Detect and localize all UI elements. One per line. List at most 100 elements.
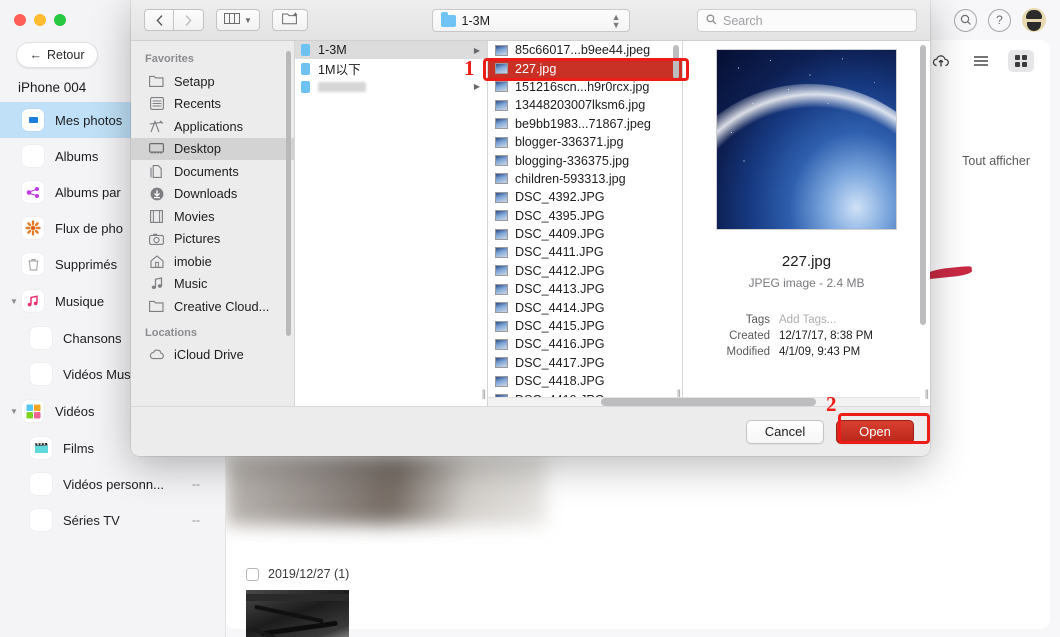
- minimize-window-button[interactable]: [34, 14, 46, 26]
- file-row[interactable]: DSC_4414.JPG: [488, 298, 682, 316]
- file-row[interactable]: DSC_4412.JPG: [488, 262, 682, 280]
- metadata-key: Tags: [745, 314, 770, 326]
- sidebar-item-icloud-drive[interactable]: iCloud Drive: [131, 344, 294, 367]
- shared-albums-icon: [22, 181, 44, 203]
- maximize-window-button[interactable]: [54, 14, 66, 26]
- cancel-button[interactable]: Cancel: [746, 419, 824, 444]
- sidebar-count: --: [192, 477, 200, 491]
- file-row[interactable]: 13448203007lksm6.jpg: [488, 96, 682, 114]
- sidebar-item-movies[interactable]: Movies: [131, 205, 294, 228]
- sidebar-item-imobie[interactable]: imobie: [131, 250, 294, 273]
- sidebar-item-recents[interactable]: Recents: [131, 93, 294, 116]
- device-name-label: iPhone 004: [18, 80, 87, 95]
- sidebar-item-series-tv[interactable]: Séries TV --: [0, 502, 226, 538]
- file-row[interactable]: DSC_4413.JPG: [488, 280, 682, 298]
- file-row[interactable]: blogger-336371.jpg: [488, 133, 682, 151]
- preview-file-name: 227.jpg: [781, 253, 832, 270]
- preview-scrollbar[interactable]: [920, 45, 926, 325]
- file-row[interactable]: children-593313.jpg: [488, 170, 682, 188]
- sidebar-item-applications[interactable]: Applications: [131, 115, 294, 138]
- column-row-1m-under[interactable]: 1M以下: [295, 59, 487, 77]
- file-row[interactable]: DSC_4411.JPG: [488, 243, 682, 261]
- view-mode-button[interactable]: ▼: [216, 9, 260, 31]
- close-window-button[interactable]: [14, 14, 26, 26]
- sidebar-item-documents[interactable]: Documents: [131, 160, 294, 183]
- column-resize-handle[interactable]: ||: [482, 389, 486, 400]
- nav-back-button[interactable]: [144, 9, 174, 31]
- file-row[interactable]: DSC_4417.JPG: [488, 354, 682, 372]
- file-row[interactable]: DSC_4415.JPG: [488, 317, 682, 335]
- date-group-checkbox[interactable]: [246, 567, 259, 581]
- file-name: 151216scn...h9r0rcx.jpg: [515, 79, 650, 94]
- file-row[interactable]: DSC_4392.JPG: [488, 188, 682, 206]
- list-view-icon[interactable]: [968, 50, 994, 72]
- back-button[interactable]: ← Retour: [16, 42, 98, 68]
- help-circle-icon[interactable]: ?: [988, 8, 1011, 32]
- app-view-toolbar: [928, 50, 1034, 72]
- column-row-1-3m[interactable]: 1-3M ▶: [295, 41, 487, 60]
- file-name: DSC_4414.JPG: [515, 300, 605, 315]
- nav-forward-button[interactable]: [174, 9, 204, 31]
- sidebar-label: Chansons: [63, 330, 122, 346]
- grid-view-icon[interactable]: [1008, 50, 1034, 72]
- folder-icon: [148, 75, 165, 88]
- sidebar-label: Supprimés: [55, 256, 118, 272]
- horizontal-scrollbar-thumb[interactable]: [601, 398, 816, 406]
- home-icon: [148, 255, 165, 268]
- image-file-icon: [495, 228, 508, 240]
- sidebar-label: Documents: [174, 163, 239, 179]
- photo-thumbnail[interactable]: [246, 590, 349, 637]
- file-row[interactable]: blogging-336375.jpg: [488, 151, 682, 169]
- sidebar-label: Albums: [55, 148, 99, 164]
- column-row-blurred[interactable]: ▶: [295, 78, 487, 96]
- image-file-icon: [495, 136, 508, 148]
- open-button[interactable]: Open: [836, 419, 914, 444]
- sidebar-label: Music: [174, 276, 208, 292]
- file-row[interactable]: DSC_4416.JPG: [488, 335, 682, 353]
- sidebar-item-downloads[interactable]: Downloads: [131, 183, 294, 206]
- file-list-scrollbar[interactable]: [673, 45, 679, 79]
- sidebar-count: --: [192, 513, 200, 527]
- file-list: 85c66017...b9ee44.jpeg 227.jpg 151216scn…: [488, 41, 682, 406]
- file-name: blogging-336375.jpg: [515, 153, 630, 168]
- downloads-icon: [148, 187, 165, 201]
- folder-icon: [301, 62, 310, 75]
- file-name: DSC_4412.JPG: [515, 263, 605, 278]
- file-row[interactable]: 151216scn...h9r0rcx.jpg: [488, 78, 682, 96]
- favorites-scrollbar[interactable]: [286, 51, 291, 336]
- user-avatar[interactable]: [1022, 8, 1046, 32]
- image-file-icon: [495, 320, 508, 332]
- navigation-segmented-control: [144, 9, 204, 31]
- dialog-toolbar: ▼ 1-3M ▲ ▼ Search: [131, 0, 930, 41]
- show-all-label[interactable]: Tout afficher: [962, 154, 1030, 168]
- column-resize-handle[interactable]: ||: [925, 389, 929, 400]
- image-file-icon: [495, 155, 508, 167]
- file-row[interactable]: DSC_4409.JPG: [488, 225, 682, 243]
- sidebar-item-music[interactable]: Music: [131, 273, 294, 296]
- metadata-value[interactable]: Add Tags...: [779, 314, 836, 326]
- sidebar-item-videos-personnelles[interactable]: Vidéos personn... --: [0, 466, 226, 502]
- path-popup-button[interactable]: 1-3M ▲ ▼: [431, 9, 630, 32]
- file-row[interactable]: DSC_4395.JPG: [488, 207, 682, 225]
- search-circle-icon[interactable]: [954, 8, 977, 32]
- file-row-selected[interactable]: 227.jpg: [488, 59, 682, 78]
- search-field[interactable]: Search: [697, 9, 917, 32]
- file-row[interactable]: be9bb1983...71867.jpeg: [488, 115, 682, 133]
- home-videos-icon: [30, 473, 52, 495]
- songs-icon: [30, 327, 52, 349]
- file-row[interactable]: 85c66017...b9ee44.jpeg: [488, 41, 682, 59]
- image-file-icon: [495, 265, 508, 277]
- sidebar-label: Vidéos Mus: [63, 366, 131, 382]
- locations-header: Locations: [145, 326, 197, 339]
- new-folder-button[interactable]: [272, 9, 308, 31]
- metadata-value: 12/17/17, 8:38 PM: [779, 330, 873, 342]
- sidebar-item-setapp[interactable]: Setapp: [131, 70, 294, 93]
- cloud-upload-icon[interactable]: [928, 50, 954, 72]
- sidebar-item-desktop[interactable]: Desktop: [131, 137, 294, 160]
- sidebar-item-pictures[interactable]: Pictures: [131, 228, 294, 251]
- sidebar-item-creative-cloud[interactable]: Creative Cloud...: [131, 295, 294, 318]
- sidebar-label: Creative Cloud...: [174, 298, 270, 314]
- decorative-photo-fragment: [925, 265, 973, 280]
- file-name: DSC_4395.JPG: [515, 208, 605, 223]
- file-row[interactable]: DSC_4418.JPG: [488, 372, 682, 390]
